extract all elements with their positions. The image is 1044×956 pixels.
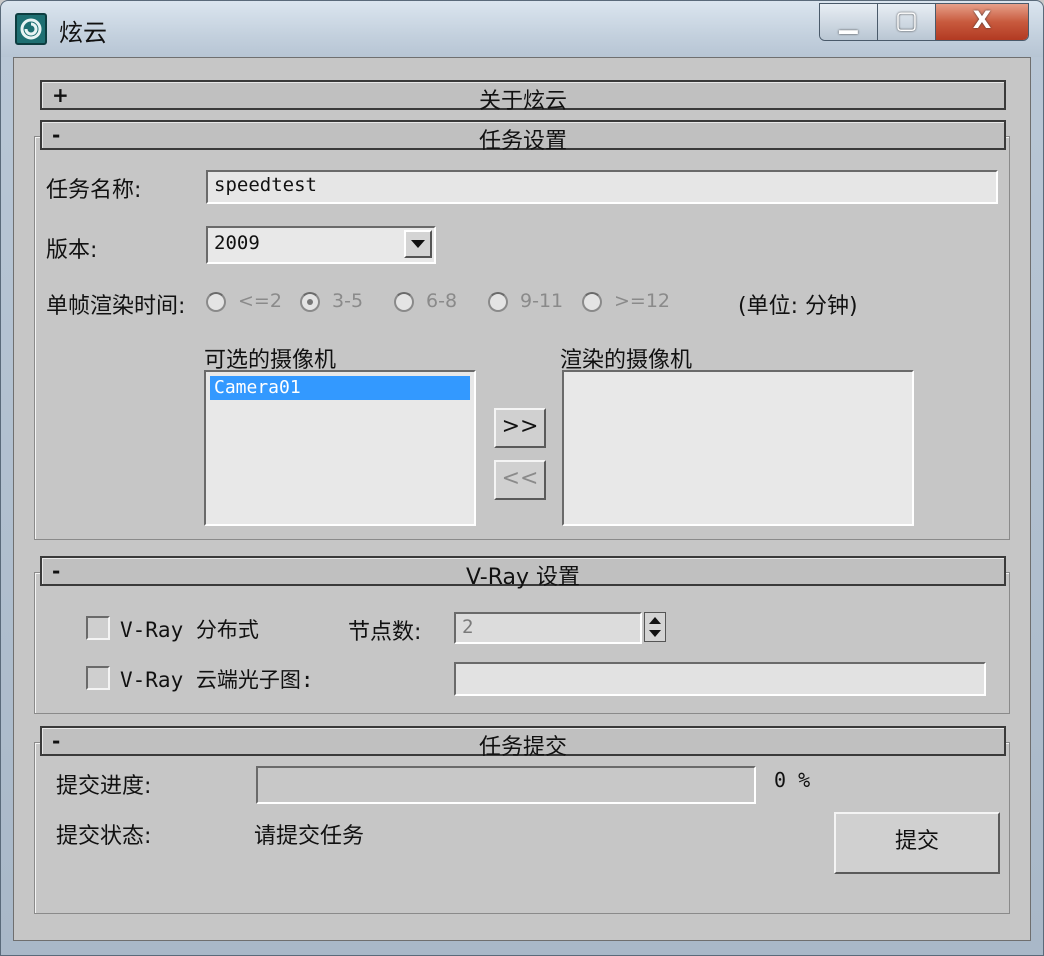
radio-label: >=12 xyxy=(614,290,671,312)
progress-label: 提交进度: xyxy=(56,774,152,799)
radio-label: 6-8 xyxy=(426,290,458,312)
status-label: 提交状态: xyxy=(56,824,152,849)
rollout-task-submit-title: 任务提交 xyxy=(478,735,567,760)
nodes-input[interactable]: 2 xyxy=(454,612,642,644)
minimize-icon: ▁ xyxy=(839,6,858,34)
vray-cloud-photon-input[interactable] xyxy=(454,662,986,696)
spinner-down-icon[interactable] xyxy=(649,630,661,637)
rollout-task-settings-header[interactable]: - 任务设置 xyxy=(40,120,1006,154)
rollout-task-settings-title: 任务设置 xyxy=(478,129,567,154)
radio-frame-time-3-5[interactable] xyxy=(300,292,320,312)
minimize-button[interactable]: ▁ xyxy=(820,4,878,40)
vray-cloud-photon-checkbox[interactable] xyxy=(86,666,110,690)
remove-camera-button[interactable]: << xyxy=(494,460,546,500)
close-button[interactable]: X xyxy=(936,4,1028,40)
version-value: 2009 xyxy=(214,232,260,254)
status-value: 请提交任务 xyxy=(254,824,365,849)
spinner-up-icon[interactable] xyxy=(649,617,661,624)
rollout-vray-settings-title: V-Ray 设置 xyxy=(466,565,580,590)
add-camera-button[interactable]: >> xyxy=(494,408,546,448)
rollout-vray-settings-header[interactable]: - V-Ray 设置 xyxy=(40,556,1006,590)
rollout-about-title: 关于炫云 xyxy=(478,89,567,114)
radio-frame-time-ge12[interactable] xyxy=(582,292,602,312)
vray-cloud-photon-label: V-Ray 云端光子图: xyxy=(120,668,314,692)
maximize-button[interactable]: ▢ xyxy=(878,4,936,40)
window-title: 炫云 xyxy=(59,19,107,47)
client-area: + 关于炫云 - 任务设置 任务名称: speedtest 版本: 2009 单… xyxy=(13,57,1031,941)
close-icon: X xyxy=(972,6,992,34)
list-item[interactable]: Camera01 xyxy=(210,376,470,400)
maximize-icon: ▢ xyxy=(895,6,918,34)
title-bar[interactable]: 炫云 ▁ ▢ X xyxy=(1,1,1043,57)
chevron-down-icon[interactable] xyxy=(404,230,432,258)
window-controls: ▁ ▢ X xyxy=(819,3,1029,41)
radio-frame-time-le2[interactable] xyxy=(206,292,226,312)
submit-button[interactable]: 提交 xyxy=(834,812,1000,874)
nodes-spinner[interactable] xyxy=(644,612,666,642)
progress-bar xyxy=(256,766,756,804)
app-window: 炫云 ▁ ▢ X + 关于炫云 - 任务设置 任务名称: speedtest 版… xyxy=(0,0,1044,956)
progress-percent: 0 % xyxy=(774,768,811,792)
task-name-input[interactable]: speedtest xyxy=(206,170,998,204)
radio-label: 9-11 xyxy=(520,290,564,312)
radio-label: <=2 xyxy=(238,290,282,312)
radio-frame-time-6-8[interactable] xyxy=(394,292,414,312)
render-cameras-list[interactable] xyxy=(562,370,914,526)
unit-note: (单位: 分钟) xyxy=(738,294,858,319)
version-label: 版本: xyxy=(46,238,98,263)
rollout-about-header[interactable]: + 关于炫云 xyxy=(40,80,1006,114)
app-logo-icon xyxy=(15,13,47,45)
vray-distributed-checkbox[interactable] xyxy=(86,616,110,640)
version-select[interactable]: 2009 xyxy=(206,226,436,264)
available-cameras-list[interactable]: Camera01 xyxy=(204,370,476,526)
rollout-task-submit-header[interactable]: - 任务提交 xyxy=(40,726,1006,760)
radio-label: 3-5 xyxy=(332,290,364,312)
nodes-value: 2 xyxy=(462,616,474,638)
frame-time-label: 单帧渲染时间: xyxy=(46,294,186,319)
nodes-label: 节点数: xyxy=(348,620,422,645)
task-name-label: 任务名称: xyxy=(46,178,142,203)
task-name-value: speedtest xyxy=(214,174,317,196)
radio-frame-time-9-11[interactable] xyxy=(488,292,508,312)
vray-distributed-label: V-Ray 分布式 xyxy=(120,618,259,642)
